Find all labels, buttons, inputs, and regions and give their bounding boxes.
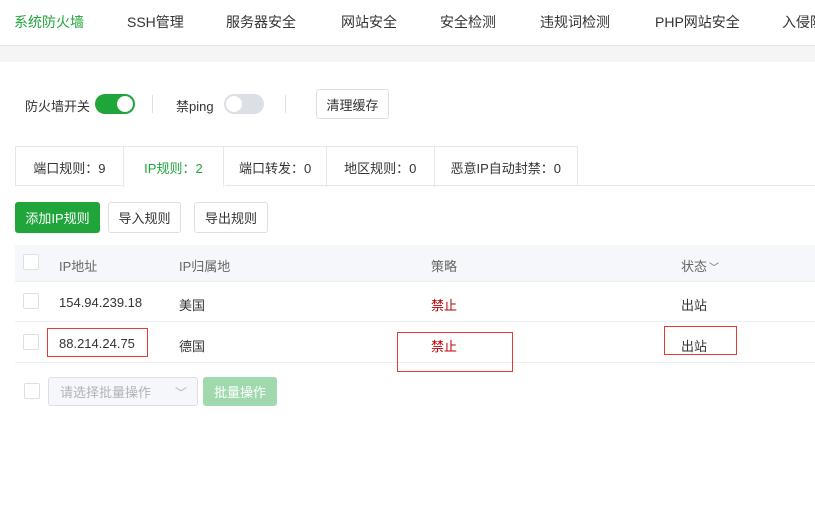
tab-region-rules[interactable]: 地区规则：0: [326, 147, 435, 187]
batch-select-all-checkbox[interactable]: [24, 383, 40, 399]
tab-malicious-ip-ban[interactable]: 恶意IP自动封禁：0: [434, 147, 577, 187]
toggle-knob: [117, 96, 133, 112]
firewall-switch-label: 防火墙开关: [25, 99, 91, 114]
batch-action-select[interactable]: 请选择批量操作 ﹀: [48, 377, 198, 406]
row-divider: [15, 281, 815, 282]
header-status[interactable]: 状态 ﹀: [681, 256, 719, 275]
header-location: IP归属地: [179, 259, 231, 274]
divider: [152, 95, 153, 113]
row-divider: [15, 321, 815, 322]
ban-ping-switch[interactable]: [224, 94, 264, 114]
highlight-box-policy: [397, 332, 513, 372]
clear-cache-button[interactable]: 清理缓存: [316, 89, 389, 119]
header-policy: 策略: [431, 259, 458, 274]
section-gap: [0, 46, 815, 62]
active-tab-gap: [124, 185, 225, 186]
row-status: 出站: [681, 298, 708, 313]
top-nav: 系统防火墙 SSH管理 服务器安全 网站安全 安全检测 违规词检测 PHP网站安…: [0, 0, 815, 46]
row-location: 美国: [179, 298, 206, 313]
header-ip: IP地址: [59, 259, 98, 274]
tab-port-rules[interactable]: 端口规则：9: [16, 147, 124, 187]
firewall-switch[interactable]: [95, 94, 135, 114]
nav-tab-system-firewall[interactable]: 系统防火墙: [14, 12, 84, 32]
tab-ip-rules[interactable]: IP规则：2: [123, 147, 225, 187]
add-ip-rule-button[interactable]: 添加IP规则: [15, 202, 100, 233]
highlight-box-ip: [47, 328, 148, 357]
tab-port-forward[interactable]: 端口转发：0: [224, 147, 327, 187]
nav-tab-security-scan[interactable]: 安全检测: [440, 12, 496, 32]
batch-action-button[interactable]: 批量操作: [203, 377, 277, 406]
chevron-down-icon: ﹀: [174, 386, 187, 400]
import-rules-button[interactable]: 导入规则: [108, 202, 181, 233]
row-checkbox[interactable]: [23, 293, 39, 309]
row-location: 德国: [179, 339, 206, 354]
nav-tab-intrusion[interactable]: 入侵防: [782, 12, 815, 32]
row-checkbox[interactable]: [23, 334, 39, 350]
rule-tabs: 端口规则：9 IP规则：2 端口转发：0 地区规则：0 恶意IP自动封禁：0: [15, 146, 578, 187]
divider: [285, 95, 286, 113]
ban-ping-label: 禁ping: [176, 99, 214, 114]
nav-tab-ssh[interactable]: SSH管理: [127, 12, 184, 32]
nav-tab-website-security[interactable]: 网站安全: [341, 12, 397, 32]
export-rules-button[interactable]: 导出规则: [194, 202, 268, 233]
select-all-checkbox[interactable]: [23, 254, 39, 270]
header-status-label: 状态: [681, 259, 708, 274]
nav-tab-violation-words[interactable]: 违规词检测: [540, 12, 610, 32]
highlight-box-status: [664, 326, 737, 355]
nav-tab-server-security[interactable]: 服务器安全: [226, 12, 296, 32]
row-ip: 154.94.239.18: [59, 295, 143, 310]
batch-select-placeholder: 请选择批量操作: [60, 385, 152, 400]
chevron-down-icon: ﹀: [709, 263, 720, 274]
toggle-knob: [226, 96, 242, 112]
row-policy: 禁止: [431, 298, 458, 313]
nav-tab-php-security[interactable]: PHP网站安全: [655, 12, 740, 32]
